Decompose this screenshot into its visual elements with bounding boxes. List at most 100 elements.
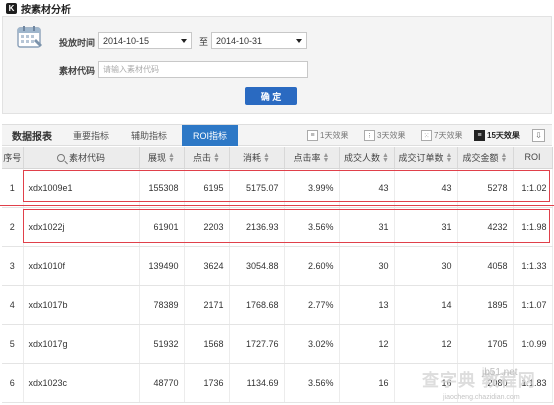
watermark-site: jb51.net — [482, 367, 518, 378]
sort-icon: ▲ ▼ — [263, 152, 270, 165]
table-cell: 1:0.99 — [513, 324, 553, 364]
table-row[interactable]: 3 xdx1010f 139490 3624 3054.88 2.60% 30 30 4058 1… — [2, 246, 553, 286]
table-cell: 14 — [394, 285, 458, 325]
table-row[interactable]: 2 xdx1022j 61901 2203 2136.93 3.56% 31 31 4232 1:… — [2, 207, 553, 247]
material-label: 素材代码 — [59, 66, 96, 76]
data-table: 序号 素材代码 展现 ▲ ▼ 点击 ▲ ▼ 消耗 ▲ ▼ 点击率 ▲ ▼ 成交人数 ▲ ▼ 成交订单… — [2, 147, 553, 403]
table-cell: 2171 — [184, 285, 230, 325]
table-cell: 1705 — [457, 324, 514, 364]
table-cell: 1:1.07 — [513, 285, 553, 325]
tab-data-report[interactable]: 数据报表 — [8, 125, 56, 146]
col-material-code[interactable]: 素材代码 — [23, 147, 140, 169]
table-cell: 6195 — [184, 168, 230, 208]
table-cell: 5 — [2, 324, 24, 364]
col-spend[interactable]: 消耗 ▲ ▼ — [229, 147, 285, 169]
table-cell: 139490 — [139, 246, 185, 286]
table-cell: 48770 — [139, 363, 185, 403]
table-cell: 1768.68 — [229, 285, 285, 325]
end-date-value: 2014-10-31 — [216, 35, 263, 46]
table-cell: 30 — [394, 246, 458, 286]
date-label: 投放时间 — [59, 38, 96, 48]
table-cell: 3624 — [184, 246, 230, 286]
period-7day[interactable]: ⁙ 7天效果 — [421, 129, 462, 142]
period-3day[interactable]: ⁝ 3天效果 — [364, 129, 405, 142]
col-clicks[interactable]: 点击 ▲ ▼ — [184, 147, 230, 169]
download-icon[interactable]: ⇩ — [532, 129, 545, 142]
table-cell: 5278 — [457, 168, 514, 208]
table-cell: 3.56% — [284, 207, 340, 247]
logo-icon: K — [6, 2, 17, 14]
table-cell: 1736 — [184, 363, 230, 403]
confirm-button[interactable]: 确 定 — [245, 87, 297, 105]
col-impressions[interactable]: 展现 ▲ ▼ — [139, 147, 185, 169]
col-orders[interactable]: 成交订单数 ▲ ▼ — [394, 147, 458, 169]
start-date-value: 2014-10-15 — [103, 35, 150, 46]
end-date-select[interactable]: 2014-10-31 — [211, 32, 307, 49]
table-cell: 1 — [2, 168, 24, 208]
table-cell: 4058 — [457, 246, 514, 286]
table-cell: 16 — [339, 363, 395, 403]
table-cell: xdx1022j — [23, 207, 140, 247]
chevron-down-icon — [181, 39, 187, 43]
table-cell: 5175.07 — [229, 168, 285, 208]
start-date-select[interactable]: 2014-10-15 — [98, 32, 192, 49]
period-label: 7天效果 — [434, 131, 463, 140]
table-cell: 2203 — [184, 207, 230, 247]
table-cell: 12 — [394, 324, 458, 364]
chevron-down-icon — [296, 39, 302, 43]
material-code-input[interactable] — [98, 61, 308, 78]
table-cell: 3.56% — [284, 363, 340, 403]
table-row[interactable]: 1 xdx1009e1 155308 6195 5175.07 3.99% 43 43 5278… — [2, 168, 553, 208]
table-cell: 1568 — [184, 324, 230, 364]
table-cell: 3.02% — [284, 324, 340, 364]
table-cell: 2 — [2, 207, 24, 247]
sort-icon: ▲ ▼ — [382, 152, 389, 165]
table-cell: 31 — [339, 207, 395, 247]
watermark-text: 查字典 教程网 — [422, 371, 536, 390]
table-cell: 2136.93 — [229, 207, 285, 247]
table-cell: 1134.69 — [229, 363, 285, 403]
table-cell: 1:1.98 — [513, 207, 553, 247]
calendar-icon: ⁙ — [421, 130, 432, 141]
table-row[interactable]: 5 xdx1017g 51932 1568 1727.76 3.02% 12 12 1705 1:… — [2, 324, 553, 364]
table-cell: 31 — [394, 207, 458, 247]
table-cell: 4 — [2, 285, 24, 325]
tab-bar: 数据报表 重要指标 辅助指标 ROI指标 ≡ 1天效果 ⁝ 3天效果 ⁙ 7天效… — [2, 124, 552, 146]
page-header: K 按素材分析 — [0, 0, 554, 16]
calendar-icon: ⁝ — [364, 130, 375, 141]
period-15day[interactable]: ≡ 15天效果 — [474, 129, 520, 142]
calendar-icon — [17, 26, 42, 48]
period-label: 1天效果 — [320, 131, 349, 140]
tab-aux-metrics[interactable]: 辅助指标 — [124, 125, 174, 146]
table-cell: 13 — [339, 285, 395, 325]
col-roi: ROI — [513, 147, 553, 169]
table-cell: xdx1017b — [23, 285, 140, 325]
filter-panel: 投放时间 2014-10-15 至 2014-10-31 素材代码 确 定 — [2, 16, 552, 114]
page-title: 按素材分析 — [21, 4, 71, 16]
table-cell: 3054.88 — [229, 246, 285, 286]
table-cell: 1895 — [457, 285, 514, 325]
sort-icon: ▲ ▼ — [445, 152, 453, 165]
sort-icon: ▲ ▼ — [213, 152, 220, 165]
search-icon — [56, 154, 65, 163]
table-cell: 78389 — [139, 285, 185, 325]
table-cell: 51932 — [139, 324, 185, 364]
col-amount[interactable]: 成交金额 ▲ ▼ — [457, 147, 514, 169]
table-header-row: 序号 素材代码 展现 ▲ ▼ 点击 ▲ ▼ 消耗 ▲ ▼ 点击率 ▲ ▼ 成交人数 ▲ ▼ 成交订单… — [2, 147, 553, 169]
table-cell: 3 — [2, 246, 24, 286]
table-cell: 30 — [339, 246, 395, 286]
table-cell: 2.60% — [284, 246, 340, 286]
tab-key-metrics[interactable]: 重要指标 — [66, 125, 116, 146]
table-cell: xdx1010f — [23, 246, 140, 286]
table-row[interactable]: 4 xdx1017b 78389 2171 1768.68 2.77% 13 14 1895 1:… — [2, 285, 553, 325]
col-buyers[interactable]: 成交人数 ▲ ▼ — [339, 147, 395, 169]
tab-roi-metrics[interactable]: ROI指标 — [182, 125, 238, 146]
col-ctr[interactable]: 点击率 ▲ ▼ — [284, 147, 340, 169]
table-cell: xdx1023c — [23, 363, 140, 403]
calendar-icon: ≡ — [307, 130, 318, 141]
table-cell: 12 — [339, 324, 395, 364]
table-cell: 1727.76 — [229, 324, 285, 364]
sort-icon: ▲ ▼ — [322, 152, 330, 165]
period-1day[interactable]: ≡ 1天效果 — [307, 129, 348, 142]
table-cell: 155308 — [139, 168, 185, 208]
